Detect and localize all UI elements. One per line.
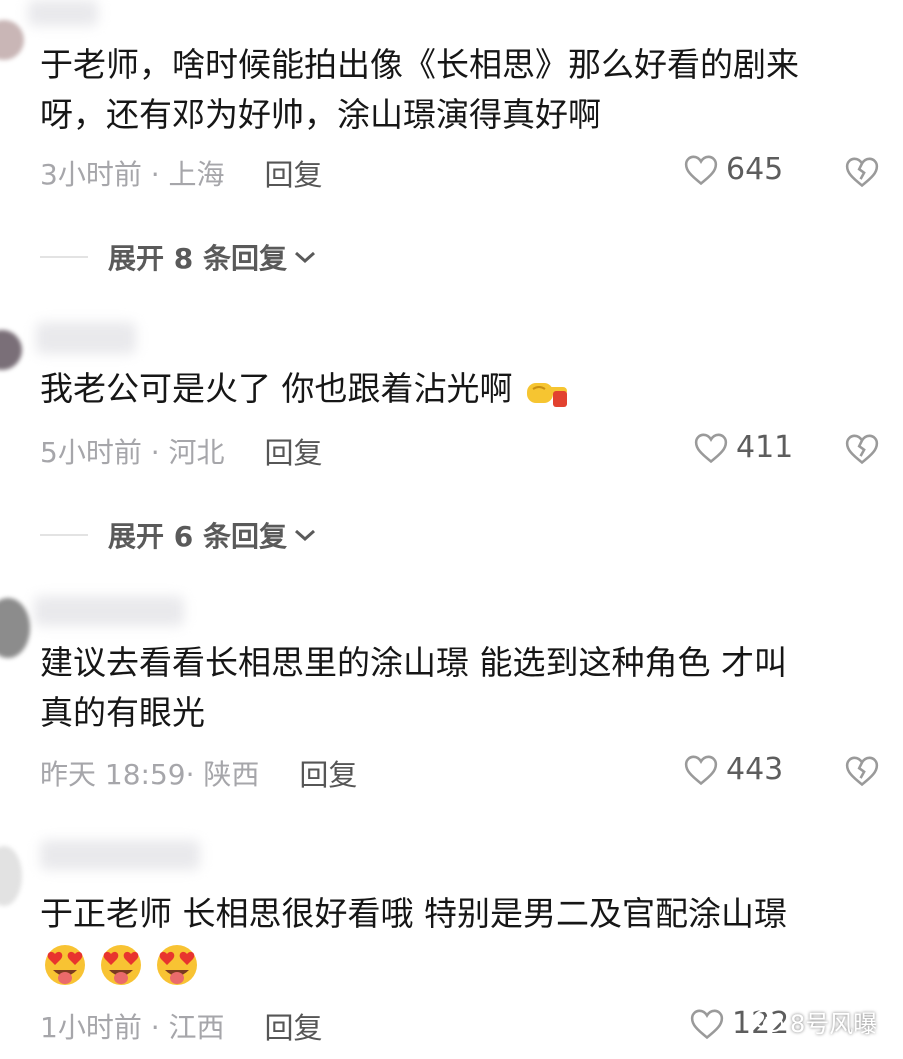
expand-replies-button[interactable]: 展开 8 条回复 xyxy=(40,237,317,277)
divider xyxy=(40,256,88,258)
time-location: 5小时前 · 河北 xyxy=(40,436,225,469)
watermark-text: 8号风曝 xyxy=(790,1010,878,1038)
comment-line: 我老公可是火了 你也跟着沾光啊 xyxy=(40,369,513,408)
emoji-row xyxy=(40,942,202,988)
avatar[interactable] xyxy=(0,330,22,370)
comment-text: 我老公可是火了 你也跟着沾光啊 xyxy=(40,364,880,414)
wechat-icon xyxy=(753,1009,783,1032)
reply-button[interactable]: 回复 xyxy=(265,1005,323,1047)
heart-icon xyxy=(690,1009,724,1039)
avatar[interactable] xyxy=(0,846,22,906)
like-button[interactable]: 443 xyxy=(684,752,783,787)
heart-eyes-tongue-emoji xyxy=(101,945,141,985)
broken-heart-icon[interactable] xyxy=(845,155,879,189)
username-blur xyxy=(40,840,200,870)
comment-text: 于正老师 长相思很好看哦 特别是男二及官配涂山璟 xyxy=(40,889,880,939)
heart-icon xyxy=(684,755,718,785)
reply-button[interactable]: 回复 xyxy=(299,752,357,794)
time-location: 1小时前 · 江西 xyxy=(40,1011,225,1044)
reply-button[interactable]: 回复 xyxy=(265,430,323,472)
comment-meta: 昨天 18:59· 陕西 回复 xyxy=(40,752,357,794)
like-count: 411 xyxy=(736,430,794,465)
comment-line: 呀，还有邓为好帅，涂山璟演得真好啊 xyxy=(40,95,601,134)
like-button[interactable]: 411 xyxy=(694,430,793,465)
heart-icon xyxy=(684,155,718,185)
like-count: 645 xyxy=(726,152,784,187)
broken-heart-icon[interactable] xyxy=(845,432,879,466)
comment-text: 于老师，啥时候能拍出像《长相思》那么好看的剧来 呀，还有邓为好帅，涂山璟演得真好… xyxy=(40,40,880,140)
expand-label: 展开 8 条回复 xyxy=(108,242,287,275)
divider xyxy=(40,534,88,536)
time-location: 3小时前 · 上海 xyxy=(40,158,225,191)
username-blur xyxy=(28,0,98,26)
comment-meta: 3小时前 · 上海 回复 xyxy=(40,152,323,194)
comment-line: 建议去看看长相思里的涂山璟 能选到这种角色 才叫 xyxy=(40,643,787,682)
watermark: 8号风曝 xyxy=(752,1004,877,1039)
reply-button[interactable]: 回复 xyxy=(265,152,323,194)
pointing-hand-emoji xyxy=(527,382,567,407)
comment-meta: 1小时前 · 江西 回复 xyxy=(40,1005,323,1047)
chevron-down-icon xyxy=(294,529,315,542)
expand-label: 展开 6 条回复 xyxy=(108,520,287,553)
chevron-down-icon xyxy=(294,251,315,264)
comment-meta: 5小时前 · 河北 回复 xyxy=(40,430,323,472)
like-count: 443 xyxy=(726,752,784,787)
comment-text: 建议去看看长相思里的涂山璟 能选到这种角色 才叫 真的有眼光 xyxy=(40,638,880,738)
heart-eyes-tongue-emoji xyxy=(157,945,197,985)
username-blur xyxy=(36,322,136,354)
comment-line: 真的有眼光 xyxy=(40,693,205,732)
expand-replies-button[interactable]: 展开 6 条回复 xyxy=(40,515,317,555)
avatar[interactable] xyxy=(0,598,30,658)
username-blur xyxy=(34,596,184,626)
like-button[interactable]: 645 xyxy=(684,152,783,187)
heart-eyes-tongue-emoji xyxy=(45,945,85,985)
heart-icon xyxy=(694,433,728,463)
comment-line: 于正老师 长相思很好看哦 特别是男二及官配涂山璟 xyxy=(40,894,787,933)
time-location: 昨天 18:59· 陕西 xyxy=(40,758,260,791)
broken-heart-icon[interactable] xyxy=(845,754,879,788)
comment-line: 于老师，啥时候能拍出像《长相思》那么好看的剧来 xyxy=(40,45,799,84)
avatar[interactable] xyxy=(0,20,24,60)
